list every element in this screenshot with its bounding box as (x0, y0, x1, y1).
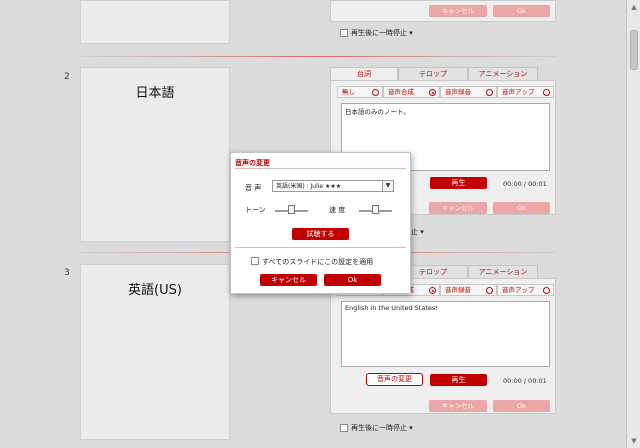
dialog-title: 音声の変更 (235, 159, 270, 167)
radio-icon (372, 89, 379, 96)
tab-dialogue[interactable]: 台詞 (330, 67, 398, 80)
slide-thumbnail-1[interactable] (80, 0, 230, 44)
voice-mode-record[interactable]: 音声録音 (440, 284, 497, 296)
slide-thumbnail-2[interactable]: 日本語 (80, 67, 230, 242)
voice-mode-upload[interactable]: 音声アップ (497, 284, 554, 296)
slide-title: 日本語 (135, 86, 175, 101)
slide-number: 3 (64, 268, 70, 278)
tone-label: トーン (245, 206, 266, 214)
ok-button[interactable]: Ok (493, 400, 550, 412)
dialog-ok-button[interactable]: Ok (324, 274, 381, 286)
vertical-scrollbar[interactable]: ▲ ▼ (626, 0, 640, 448)
apply-all-label[interactable]: すべてのスライドにこの設定を適用 (262, 257, 373, 267)
play-button[interactable]: 再生 (430, 374, 487, 386)
voice-mode-record[interactable]: 音声録音 (440, 86, 497, 98)
change-voice-dialog: 音声の変更 音 声 英語(米国) : Julie ★★★ ▼ トーン 速 度 試… (230, 152, 411, 294)
ok-button[interactable]: Ok (493, 202, 550, 214)
change-voice-button[interactable]: 音声の変更 (366, 373, 423, 386)
slide-1-panel: キャンセル Ok (330, 0, 556, 22)
voice-mode-synthesis[interactable]: 音声合成 (383, 86, 440, 98)
scroll-down-icon[interactable]: ▼ (630, 436, 638, 446)
time-display: 00:00 / 00:01 (503, 377, 547, 385)
slide-thumbnail-3[interactable]: 英語(US) (80, 264, 230, 440)
apply-all-checkbox[interactable] (251, 257, 259, 265)
radio-selected-icon (429, 287, 436, 294)
slide-separator (80, 56, 556, 57)
slide-title: 英語(US) (128, 283, 182, 298)
radio-icon (543, 89, 550, 96)
scroll-up-icon[interactable]: ▲ (630, 2, 638, 12)
voice-label: 音 声 (245, 184, 262, 192)
note-textarea[interactable]: English in the United States! (341, 301, 550, 367)
voice-mode-none[interactable]: 無し (337, 86, 383, 98)
dialog-divider (235, 168, 406, 169)
radio-icon (486, 287, 493, 294)
radio-icon (486, 89, 493, 96)
slide-2-pause-label[interactable]: 止 ▾ (411, 227, 424, 237)
tone-slider-handle[interactable] (288, 205, 295, 214)
play-button[interactable]: 再生 (430, 177, 487, 189)
slide-1-cancel-button[interactable]: キャンセル (429, 5, 487, 17)
voice-select[interactable]: 英語(米国) : Julie ★★★ ▼ (272, 180, 394, 192)
tab-animation[interactable]: アニメーション (468, 67, 538, 80)
dialog-divider (235, 247, 406, 248)
slide-1-ok-button[interactable]: Ok (493, 5, 550, 17)
slide-1-pause-checkbox[interactable] (340, 29, 348, 37)
cancel-button[interactable]: キャンセル (429, 202, 487, 214)
slide-3-pause-checkbox[interactable] (340, 424, 348, 432)
slide-1-pause-label[interactable]: 再生後に一時停止 ▾ (351, 28, 413, 38)
slide-3-panel: 無し 音声合成 音声録音 音声アップ English in the United… (330, 278, 556, 414)
dialog-cancel-button[interactable]: キャンセル (260, 274, 317, 286)
slide-3-pause-label[interactable]: 再生後に一時停止 ▾ (351, 423, 413, 433)
scrollbar-thumb[interactable] (630, 30, 638, 70)
radio-selected-icon (429, 89, 436, 96)
time-display: 00:00 / 00:01 (503, 180, 547, 188)
cancel-button[interactable]: キャンセル (429, 400, 487, 412)
radio-icon (543, 287, 550, 294)
voice-mode-upload[interactable]: 音声アップ (497, 86, 554, 98)
speed-label: 速 度 (329, 206, 346, 214)
tab-telop[interactable]: テロップ (398, 67, 468, 80)
speed-slider-handle[interactable] (372, 205, 379, 214)
chevron-down-icon[interactable]: ▼ (382, 181, 393, 191)
tab-animation[interactable]: アニメーション (468, 265, 538, 278)
try-listen-button[interactable]: 試聴する (292, 228, 349, 240)
slide-number: 2 (64, 72, 70, 82)
